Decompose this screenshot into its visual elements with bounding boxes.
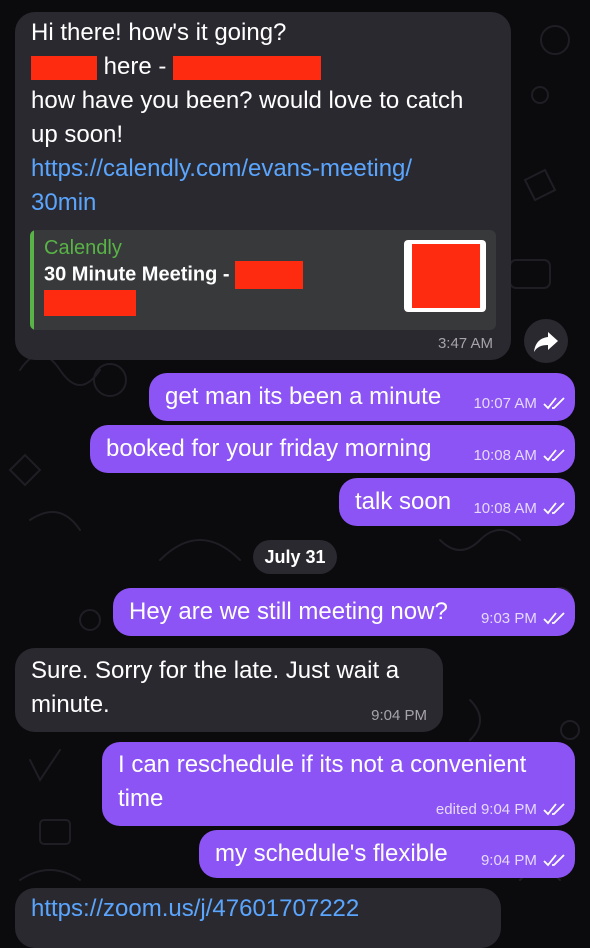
outgoing-message-bubble[interactable]: Hey are we still meeting now? 9:03 PM <box>113 588 575 636</box>
zoom-link[interactable]: https://zoom.us/j/47601707222 <box>31 892 359 926</box>
message-text: get man its been a minute <box>165 383 442 410</box>
outgoing-message-bubble[interactable]: talk soon 10:08 AM <box>339 478 575 526</box>
link-preview-card[interactable]: Calendly 30 Minute Meeting - <box>30 230 496 330</box>
incoming-message-bubble[interactable]: Sure. Sorry for the late. Just wait a mi… <box>15 648 443 732</box>
message-line: how have you been? would love to catch <box>31 87 464 114</box>
redacted-block <box>235 261 304 289</box>
double-check-icon <box>543 854 565 867</box>
outgoing-message-bubble[interactable]: get man its been a minute 10:07 AM <box>149 373 575 421</box>
redacted-block <box>173 55 322 80</box>
message-text: talk soon <box>355 488 452 515</box>
message-text: Hey are we still meeting now? <box>129 598 448 625</box>
double-check-icon <box>543 803 565 816</box>
message-timestamp: edited 9:04 PM <box>436 801 565 818</box>
message-timestamp: 10:08 AM <box>473 447 565 464</box>
message-timestamp: 9:04 PM <box>371 707 427 724</box>
message-line: up soon! <box>31 121 124 148</box>
forward-button[interactable] <box>524 319 568 363</box>
message-line: I can reschedule if its not a convenient <box>118 751 527 778</box>
date-separator: July 31 <box>253 540 337 574</box>
double-check-icon <box>543 449 565 462</box>
message-timestamp: 3:47 AM <box>437 335 493 352</box>
double-check-icon <box>543 612 565 625</box>
message-text: booked for your friday morning <box>106 435 432 462</box>
double-check-icon <box>543 502 565 515</box>
redacted-block <box>31 55 97 80</box>
message-timestamp: 9:03 PM <box>481 610 565 627</box>
incoming-message-bubble[interactable]: Hi there! how's it going? here - how hav… <box>15 12 511 360</box>
message-text: Sure. Sorry for the late. Just wait a mi… <box>31 654 399 722</box>
preview-thumbnail <box>404 240 486 312</box>
message-line: Sure. Sorry for the late. Just wait a <box>31 657 400 684</box>
message-line: Hi there! how's it going? <box>31 19 287 46</box>
outgoing-message-bubble[interactable]: I can reschedule if its not a convenient… <box>102 742 575 826</box>
preview-title: 30 Minute Meeting - <box>44 261 304 289</box>
message-timestamp: 10:08 AM <box>473 500 565 517</box>
incoming-message-bubble[interactable]: https://zoom.us/j/47601707222 <box>15 888 501 948</box>
preview-accent-bar <box>30 230 34 330</box>
outgoing-message-bubble[interactable]: booked for your friday morning 10:08 AM <box>90 425 575 473</box>
calendly-link-continued[interactable]: 30min <box>31 186 463 220</box>
message-timestamp: 9:04 PM <box>481 852 565 869</box>
preview-site-name: Calendly <box>44 237 122 259</box>
double-check-icon <box>543 397 565 410</box>
outgoing-message-bubble[interactable]: my schedule's flexible 9:04 PM <box>199 830 575 878</box>
message-text: my schedule's flexible <box>215 840 448 867</box>
redacted-block <box>44 290 136 316</box>
calendly-link[interactable]: https://calendly.com/evans-meeting/ <box>31 152 463 186</box>
message-line: here - <box>31 50 463 84</box>
forward-arrow-icon <box>534 332 558 352</box>
message-text: Hi there! how's it going? here - how hav… <box>31 16 463 220</box>
message-timestamp: 10:07 AM <box>473 395 565 412</box>
message-line: minute. <box>31 691 110 718</box>
